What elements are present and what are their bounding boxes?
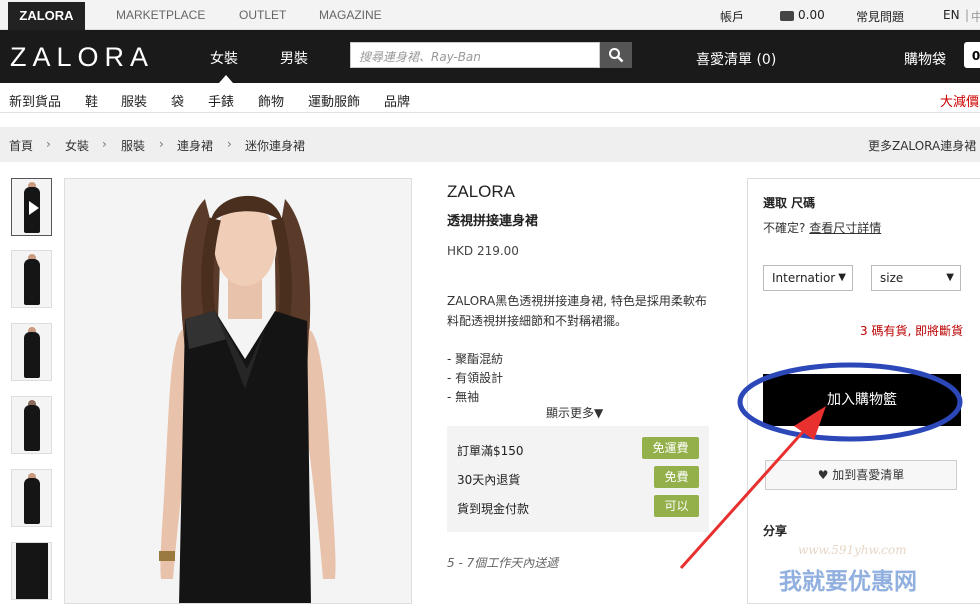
size-guide-link[interactable]: 查看尺寸詳情 [809,221,881,235]
thumbnail-video[interactable] [11,178,52,236]
perk-badge: 免運費 [642,437,699,459]
category-bags[interactable]: 袋 [171,91,184,110]
cart-bag-icon[interactable]: 0 [964,42,980,68]
size-value: size [880,271,904,285]
category-watches[interactable]: 手錶 [208,91,234,110]
perk-badge: 可以 [654,495,699,517]
dropdown-arrow-icon: ▼ [838,272,846,283]
zalora-logo[interactable]: ZALORA [10,42,154,73]
play-icon [29,201,39,215]
category-brands[interactable]: 品牌 [384,91,410,110]
product-brand[interactable]: ZALORA [447,182,515,202]
size-system-value: Internatior [772,271,836,285]
perk-label: 貨到現金付款 [457,502,530,516]
category-sports[interactable]: 運動服飾 [308,91,360,110]
product-main-image[interactable] [64,178,412,604]
thumbnail-image[interactable] [11,250,52,308]
share-label: 分享 [763,524,788,538]
search-icon [609,48,624,63]
feature-bullet: - 無袖 [447,390,480,404]
category-new[interactable]: 新到貨品 [9,91,61,110]
add-to-cart-button[interactable]: 加入購物籃 [763,374,961,426]
product-description: ZALORA黑色透視拼接連身裙, 特色是採用柔軟布 料配透視拼接細節和不對稱裙擺… [447,291,715,331]
delivery-time: 5 - 7個工作天內送遞 [447,556,559,570]
breadcrumb-separator-icon: › [159,137,164,151]
model-photo [65,179,411,603]
product-name: 透視拼接連身裙 [447,214,539,229]
category-shoes[interactable]: 鞋 [85,91,98,110]
breadcrumb-women[interactable]: 女裝 [65,137,89,154]
size-select[interactable]: size ▼ [871,265,961,291]
outlet-link[interactable]: OUTLET [239,8,286,22]
dropdown-arrow-icon: ▼ [946,272,954,283]
marketplace-link[interactable]: MARKETPLACE [116,8,205,22]
perk-badge: 免費 [654,466,699,488]
account-link[interactable]: 帳戶 [720,8,744,25]
language-separator: | [965,8,970,22]
wallet-link[interactable]: 0.00 [780,8,825,22]
breadcrumb-separator-icon: › [102,137,107,151]
language-en[interactable]: EN [943,8,960,22]
stock-status: 3 碼有貨, 即將斷貨 [860,324,964,338]
category-accessories[interactable]: 飾物 [258,91,284,110]
wishlist-link[interactable]: 喜愛清單 (0) [696,49,776,69]
breadcrumb-separator-icon: › [227,137,232,151]
size-help: 不確定? 查看尺寸詳情 [763,219,881,236]
zalora-tab[interactable]: ZALORA [8,2,85,30]
thumbnail-image[interactable] [11,396,52,454]
product-price: HKD 219.00 [447,244,519,258]
breadcrumb-dresses[interactable]: 連身裙 [177,137,213,154]
search-input[interactable]: 搜尋連身裙、Ray-Ban [350,42,600,68]
size-unsure-label: 不確定? [763,221,806,235]
watermark-url: www.591yhw.com [798,543,907,557]
breadcrumb-separator-icon: › [46,137,51,151]
feature-bullet: - 有領設計 [447,371,504,385]
show-more-link[interactable]: 顯示更多▼ [546,404,603,421]
language-zh[interactable]: 中 [971,8,980,25]
perk-label: 訂單滿$150 [457,444,524,458]
cart-link[interactable]: 購物袋 [904,49,946,69]
top-utility-bar: ZALORA MARKETPLACE OUTLET MAGAZINE 帳戶 0.… [0,0,980,30]
breadcrumb: 首頁 › 女裝 › 服裝 › 連身裙 › 迷你連身裙 更多ZALORA連身裙 [0,127,980,162]
category-bar: 新到貨品 鞋 服裝 袋 手錶 飾物 運動服飾 品牌 大減價 [0,83,980,113]
wallet-balance: 0.00 [798,8,825,22]
breadcrumb-mini-dresses: 迷你連身裙 [245,139,306,153]
more-dresses-link[interactable]: 更多ZALORA連身裙 [868,137,976,154]
thumbnail-image[interactable] [11,469,52,527]
wallet-icon [780,10,794,21]
breadcrumb-home[interactable]: 首頁 [9,137,33,154]
description-line: 料配透視拼接細節和不對稱裙擺。 [447,314,628,328]
nav-women[interactable]: 女裝 [210,48,238,68]
add-to-wishlist-label: 加到喜愛清單 [832,468,905,482]
add-to-wishlist-button[interactable]: ♥ 加到喜愛清單 [765,460,957,490]
search-button[interactable] [600,42,632,68]
size-title: 選取 尺碼 [763,196,816,210]
faq-link[interactable]: 常見問題 [856,8,904,25]
breadcrumb-clothing[interactable]: 服裝 [121,137,145,154]
magazine-link[interactable]: MAGAZINE [319,8,382,22]
perks-box: 訂單滿$150 免運費 30天內退貨 免費 貨到現金付款 可以 [447,426,709,532]
perk-label: 30天內退貨 [457,473,521,487]
heart-icon: ♥ [817,468,829,482]
watermark-logo: 我就要优惠网 [779,569,917,595]
search-placeholder: 搜尋連身裙、Ray-Ban [359,50,481,64]
nav-men[interactable]: 男裝 [280,48,308,68]
active-nav-indicator [219,75,233,83]
category-sale[interactable]: 大減價 [940,91,979,110]
feature-bullet: - 聚酯混紡 [447,352,504,366]
thumbnail-image[interactable] [11,542,52,600]
thumbnail-image[interactable] [11,323,52,381]
description-line: ZALORA黑色透視拼接連身裙, 特色是採用柔軟布 [447,294,707,308]
main-header: ZALORA 女裝 男裝 搜尋連身裙、Ray-Ban 喜愛清單 (0) 購物袋 … [0,30,980,83]
category-clothing[interactable]: 服裝 [121,91,147,110]
size-system-select[interactable]: Internatior ▼ [763,265,853,291]
